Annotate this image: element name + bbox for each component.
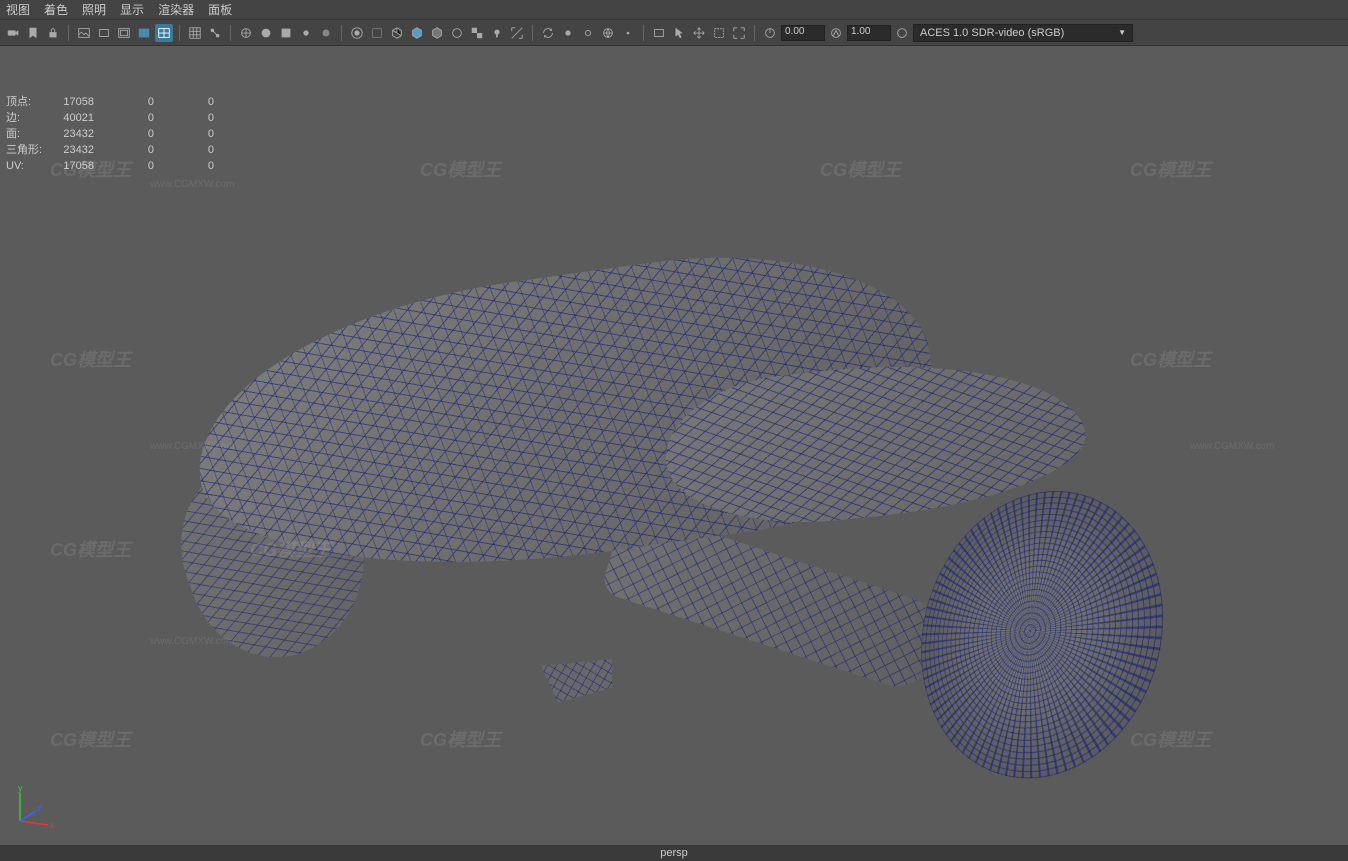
isolate-select-icon[interactable] (348, 24, 366, 42)
wireframe-shaded-icon[interactable] (237, 24, 255, 42)
stats-row-verts: 顶点: 17058 0 0 (6, 94, 234, 110)
refresh-icon[interactable] (539, 24, 557, 42)
textured-icon[interactable] (277, 24, 295, 42)
menu-bar: 视图 着色 照明 显示 渲染器 面板 (0, 0, 1348, 20)
grid-icon[interactable] (186, 24, 204, 42)
checker-icon[interactable] (468, 24, 486, 42)
dot2-icon[interactable] (579, 24, 597, 42)
arrow-cursor-icon[interactable] (670, 24, 688, 42)
axis-gizmo: y x z (10, 781, 60, 831)
joints-icon[interactable] (206, 24, 224, 42)
stats-val: 0 (114, 158, 174, 174)
stats-row-uvs: UV: 17058 0 0 (6, 158, 234, 174)
stats-val: 0 (114, 110, 174, 126)
stats-label: 三角形: (6, 142, 54, 158)
toolbar-separator (341, 25, 342, 41)
viewport-toolbar: 0.00 1.00 ACES 1.0 SDR-video (sRGB) ▼ (0, 20, 1348, 46)
bookmark-icon[interactable] (24, 24, 42, 42)
use-all-lights-icon[interactable] (297, 24, 315, 42)
stats-val: 0 (174, 94, 234, 110)
image-plane-icon[interactable] (75, 24, 93, 42)
lock-camera-icon[interactable] (44, 24, 62, 42)
dot1-icon[interactable] (559, 24, 577, 42)
toolbar-separator (68, 25, 69, 41)
stats-val: 40021 (54, 110, 114, 126)
globe-icon[interactable] (599, 24, 617, 42)
stats-label: 边: (6, 110, 54, 126)
menu-lighting[interactable]: 照明 (82, 1, 106, 18)
xray-icon[interactable] (368, 24, 386, 42)
wireframe-model (80, 146, 1260, 806)
exposure-icon[interactable] (761, 24, 779, 42)
axis-y-label: y (18, 783, 23, 793)
shadow-icon[interactable] (317, 24, 335, 42)
selected-view-icon[interactable] (155, 24, 173, 42)
stats-val: 0 (174, 126, 234, 142)
toolbar-separator (532, 25, 533, 41)
rect-tool-icon[interactable] (650, 24, 668, 42)
colorspace-dropdown[interactable]: ACES 1.0 SDR-video (sRGB) ▼ (913, 24, 1133, 42)
stats-label: UV: (6, 158, 54, 174)
toolbar-separator (179, 25, 180, 41)
polycount-hud: 顶点: 17058 0 0 边: 40021 0 0 面: 23432 0 0 … (6, 94, 234, 174)
stats-val: 0 (174, 142, 234, 158)
menu-display[interactable]: 显示 (120, 1, 144, 18)
stats-val: 23432 (54, 126, 114, 142)
gamma-field[interactable]: 1.00 (847, 25, 891, 41)
circle-tool-icon[interactable] (448, 24, 466, 42)
chevron-down-icon: ▼ (1118, 28, 1126, 37)
menu-view[interactable]: 视图 (6, 1, 30, 18)
smooth-shade-icon[interactable] (257, 24, 275, 42)
stats-val: 0 (114, 142, 174, 158)
stats-row-edges: 边: 40021 0 0 (6, 110, 234, 126)
stats-label: 顶点: (6, 94, 54, 110)
stats-row-faces: 面: 23432 0 0 (6, 126, 234, 142)
viewport[interactable]: 顶点: 17058 0 0 边: 40021 0 0 面: 23432 0 0 … (0, 46, 1348, 845)
gate-mask-icon[interactable] (135, 24, 153, 42)
cube-view3-icon[interactable] (428, 24, 446, 42)
stats-val: 23432 (54, 142, 114, 158)
colorspace-label: ACES 1.0 SDR-video (sRGB) (920, 27, 1064, 39)
light-icon[interactable] (488, 24, 506, 42)
move-cam-icon[interactable] (690, 24, 708, 42)
toolbar-separator (754, 25, 755, 41)
camera-select-icon[interactable] (4, 24, 22, 42)
resolution-gate-icon[interactable] (115, 24, 133, 42)
stats-val: 0 (174, 158, 234, 174)
cube-view1-icon[interactable] (388, 24, 406, 42)
tiny-icon[interactable] (619, 24, 637, 42)
rect-select-icon[interactable] (710, 24, 728, 42)
menu-panels[interactable]: 面板 (208, 1, 232, 18)
stats-val: 0 (174, 110, 234, 126)
exposure-field[interactable]: 0.00 (781, 25, 825, 41)
axis-x-label: x (50, 820, 55, 830)
color-mgmt-icon[interactable] (893, 24, 911, 42)
stats-val: 0 (114, 126, 174, 142)
menu-shading[interactable]: 着色 (44, 1, 68, 18)
stats-val: 17058 (54, 158, 114, 174)
axis-z-label: z (37, 803, 42, 813)
stats-val: 0 (114, 94, 174, 110)
cube-view2-icon[interactable] (408, 24, 426, 42)
toolbar-separator (230, 25, 231, 41)
stats-row-tris: 三角形: 23432 0 0 (6, 142, 234, 158)
gamma-icon[interactable] (827, 24, 845, 42)
status-bar: persp (0, 845, 1348, 861)
film-gate-icon[interactable] (95, 24, 113, 42)
toolbar-separator (643, 25, 644, 41)
camera-name: persp (660, 847, 688, 859)
expand-icon[interactable] (508, 24, 526, 42)
fullscreen-icon[interactable] (730, 24, 748, 42)
stats-label: 面: (6, 126, 54, 142)
stats-val: 17058 (54, 94, 114, 110)
menu-renderer[interactable]: 渲染器 (158, 1, 194, 18)
